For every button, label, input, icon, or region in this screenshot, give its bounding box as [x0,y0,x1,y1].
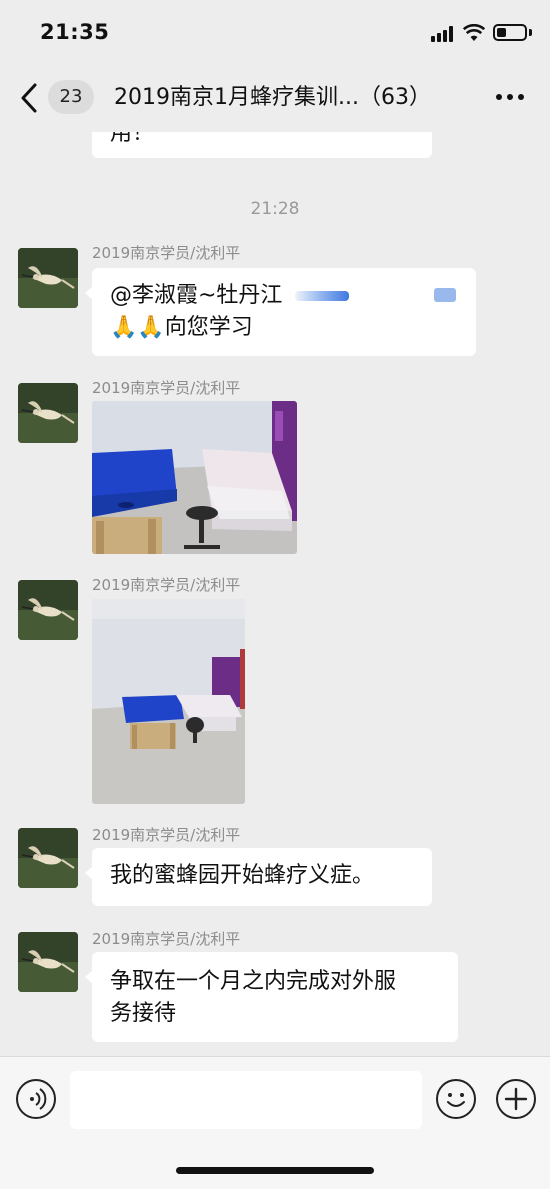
smiley-face-icon [447,1093,465,1107]
emoji-icon[interactable] [436,1079,476,1119]
home-indicator[interactable] [176,1167,374,1174]
redacted-blur [295,291,350,301]
message-text-line: 务接待 [110,1001,177,1026]
message-list[interactable]: 用！ 21:28 2019南京学员/沈利平 @李淑霞~牡丹江 🙏🙏向您学习 20… [0,132,550,1056]
message-timestamp: 21:28 [250,199,300,219]
avatar[interactable] [18,580,78,640]
message-text-line: 🙏🙏向您学习 [110,315,253,340]
photo-message[interactable] [92,599,245,804]
message-bubble[interactable]: @李淑霞~牡丹江 🙏🙏向您学习 [85,268,476,356]
hummingbird-avatar-icon [18,828,78,888]
more-dots-icon[interactable] [494,94,526,102]
massage-tables-photo [92,401,297,554]
mention-text[interactable]: @李淑霞~牡丹江 [110,283,282,308]
hummingbird-avatar-icon [18,932,78,992]
signal-icon [431,26,457,42]
avatar[interactable] [18,932,78,992]
avatar[interactable] [18,383,78,443]
message-text: 我的蜜蜂园开始蜂疗义症。 [110,863,375,888]
plus-icon[interactable] [496,1079,536,1119]
sender-name: 2019南京学员/沈利平 [92,576,241,594]
hummingbird-avatar-icon [18,383,78,443]
message-bubble[interactable]: 争取在一个月之内完成对外服 务接待 [85,952,458,1042]
message-bubble-partial[interactable]: 用！ [92,132,432,158]
battery-level [497,28,506,37]
message-input[interactable] [70,1071,422,1129]
bubble-tail [85,970,93,984]
sender-name: 2019南京学员/沈利平 [92,930,241,948]
message-text: 用！ [110,132,155,146]
status-bar: 21:35 [0,0,550,64]
bubble-tail [85,866,93,880]
avatar[interactable] [18,248,78,308]
hummingbird-avatar-icon [18,248,78,308]
avatar[interactable] [18,828,78,888]
chevron-left-icon[interactable] [18,82,40,114]
sender-name: 2019南京学员/沈利平 [92,826,241,844]
wifi-icon [463,24,485,41]
bubble-tail [85,286,93,300]
battery-tip [529,29,532,36]
plus-sign-icon [504,1087,528,1111]
message-text-line: @李淑霞~牡丹江 [110,280,458,312]
message-bubble[interactable]: 我的蜜蜂园开始蜂疗义症。 [85,848,432,906]
chat-header: 23 2019南京1月蜂疗集训...（63） [0,64,550,132]
unread-count-badge[interactable]: 23 [48,80,94,114]
sender-name: 2019南京学员/沈利平 [92,379,241,397]
voice-icon[interactable] [16,1079,56,1119]
hummingbird-avatar-icon [18,580,78,640]
voice-wave-icon [30,1088,47,1110]
redacted-blur [434,288,456,302]
message-text-line: 争取在一个月之内完成对外服 [110,969,397,994]
status-time: 21:35 [40,20,110,44]
battery-icon [493,24,527,41]
sender-name: 2019南京学员/沈利平 [92,244,241,262]
photo-message[interactable] [92,401,297,554]
massage-room-photo [92,599,245,804]
chat-title[interactable]: 2019南京1月蜂疗集训...（63） [114,81,464,115]
